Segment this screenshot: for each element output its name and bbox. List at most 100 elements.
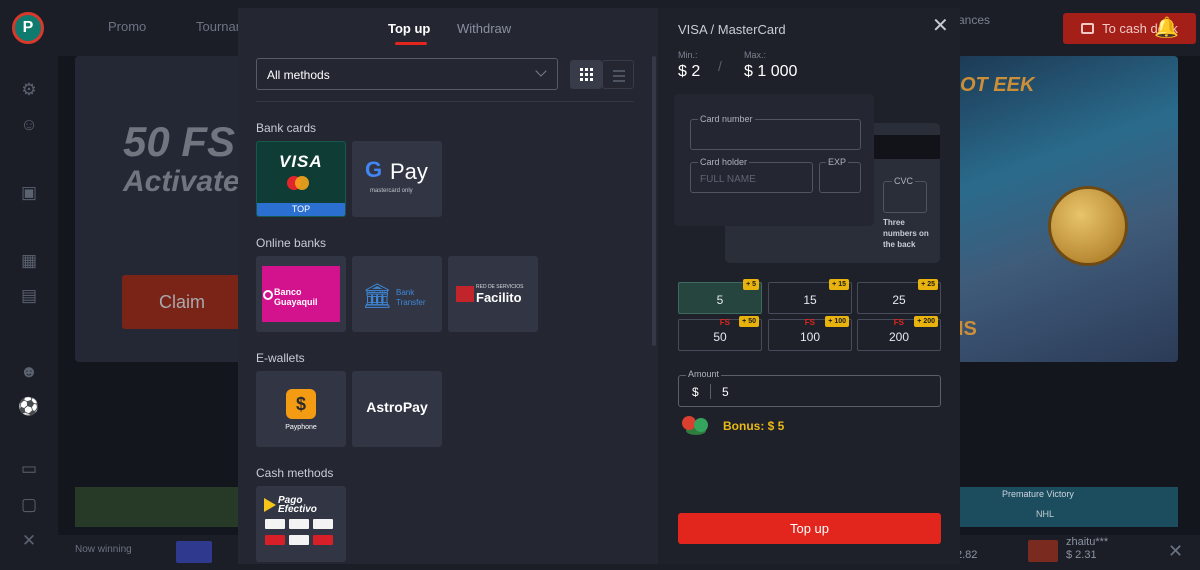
amount-option[interactable]: FS + 200 200 (857, 316, 941, 351)
bank-transfer-label: Bank Transfer (396, 288, 426, 307)
amount-option-value: 50 (713, 330, 727, 344)
min-value: $ 2 (678, 63, 701, 80)
ticker-game-thumb[interactable] (176, 541, 212, 563)
amount-option[interactable]: FS + 100 100 (768, 316, 852, 351)
method-facilito[interactable]: RED DE SERVICIOS Facilito (448, 256, 538, 332)
divider (256, 101, 634, 102)
soccer-icon[interactable]: ⚽ (18, 396, 40, 418)
promo-image-tm: IS (958, 318, 977, 340)
site-logo[interactable]: P (12, 12, 44, 44)
ticker-user: zhaitu*** (1066, 536, 1109, 548)
free-spins-icon: FS (804, 318, 815, 327)
match-card[interactable]: Premature Victory NHL (958, 487, 1178, 527)
bonus-badge: + 100 (825, 316, 849, 327)
ticker-amount: $ 2.31 (1066, 549, 1097, 561)
match-league: NHL (1036, 509, 1055, 519)
bonus-badge: + 200 (914, 316, 938, 327)
settings-icon[interactable]: ⚙ (18, 79, 40, 101)
method-bank-transfer[interactable]: 🏛 Bank Transfer (352, 256, 442, 332)
amount-option[interactable]: + 25 25 (857, 279, 941, 314)
facilito-icon (456, 286, 474, 302)
bonus-badge: + 50 (739, 316, 759, 327)
methods-filter-select[interactable]: All methods (256, 58, 558, 90)
list-view-button[interactable] (602, 60, 634, 89)
nav-promo[interactable]: Promo (108, 19, 146, 34)
free-spins-icon: FS (719, 318, 730, 327)
partner-logo (265, 535, 285, 545)
method-pagoefectivo[interactable]: Pago Efectivo (256, 486, 346, 562)
support-icon[interactable]: ☺ (18, 114, 40, 136)
chat-icon[interactable]: ▢ (18, 494, 40, 516)
coin-image (1048, 186, 1128, 266)
facilito-label: Facilito (476, 290, 522, 305)
partner-logo (313, 519, 333, 529)
google-icon: G (365, 157, 383, 182)
top-badge: TOP (257, 203, 345, 216)
active-tab-underline (395, 42, 427, 45)
amount-label: Amount (686, 369, 722, 379)
partner-logo (265, 519, 285, 529)
amount-option-value: 5 (716, 293, 724, 307)
method-astropay[interactable]: AstroPay (352, 371, 442, 447)
gpay-sub-label: mastercard only (370, 188, 413, 194)
amount-option[interactable]: FS + 50 50 (678, 316, 762, 351)
calendar-icon[interactable]: ▦ (18, 250, 40, 272)
tab-top-up[interactable]: Top up (388, 21, 430, 36)
bonus-badge: + 25 (918, 279, 938, 290)
bell-icon[interactable]: 🔔 (1154, 15, 1179, 39)
id-card-icon[interactable]: ▭ (18, 458, 40, 480)
match-tag: Premature Victory (1002, 489, 1074, 499)
scrollbar[interactable] (652, 56, 656, 346)
card-number-label: Card number (698, 114, 755, 124)
bank-icon: 🏛 (362, 283, 393, 310)
method-payphone[interactable]: $ Payphone (256, 371, 346, 447)
currency-symbol: $ (692, 385, 699, 399)
method-google-pay[interactable]: G Pay mastercard only (352, 141, 442, 217)
tv-icon[interactable]: ▣ (18, 182, 40, 204)
balance-label: ances (958, 13, 991, 27)
partner-logo (313, 535, 333, 545)
max-label: Max.: (744, 50, 767, 60)
grid-view-button[interactable] (570, 60, 602, 89)
grid-icon[interactable]: ▤ (18, 285, 40, 307)
bonus-text: Bonus: $ 5 (723, 419, 785, 433)
method-banco-guayaquil[interactable]: Banco Guayaquil (256, 256, 346, 332)
method-visa-mastercard[interactable]: VISA TOP (256, 141, 346, 217)
divider (710, 384, 711, 399)
wallet-icon (1081, 23, 1095, 34)
cvc-hint: Three numbers on the back (883, 218, 929, 249)
section-e-wallets: E-wallets (256, 351, 305, 365)
claim-button[interactable]: Claim (122, 275, 242, 329)
payment-modal: Top up Withdraw All methods Bank cards V… (238, 8, 960, 564)
slot-promo-image[interactable]: OT EEK IS (958, 56, 1178, 362)
visa-logo: VISA (279, 152, 323, 171)
amount-input[interactable]: Amount $ 5 (678, 369, 941, 407)
gpay-label: Pay (390, 159, 428, 184)
close-ticker-icon[interactable]: ✕ (1168, 541, 1183, 562)
bonus-icon (678, 412, 714, 438)
tab-withdraw[interactable]: Withdraw (457, 21, 511, 36)
methods-filter-value: All methods (267, 68, 330, 82)
amount-option-value: 100 (799, 330, 821, 344)
close-icon[interactable]: ✕ (932, 16, 949, 36)
top-up-button[interactable]: Top up (678, 513, 941, 544)
chevron-down-icon (535, 65, 547, 77)
amount-option[interactable]: + 5 5 (678, 279, 762, 314)
min-label: Min.: (678, 50, 698, 60)
free-spins-icon: FS (893, 318, 904, 327)
payment-method-title: VISA / MasterCard (678, 22, 786, 37)
bonus-badge: + 15 (829, 279, 849, 290)
cvc-label: CVC (892, 176, 916, 186)
card-holder-label: Card holder (698, 157, 750, 167)
exp-label: EXP (826, 157, 849, 167)
mastercard-icon (295, 176, 309, 190)
ticker-game-thumb[interactable] (1028, 540, 1058, 562)
payment-form-panel: VISA / MasterCard Min.: $ 2 / Max.: $ 1 … (658, 8, 960, 564)
payphone-label: Payphone (285, 424, 317, 431)
flag-uk-icon[interactable]: ✕ (18, 530, 40, 552)
bonus-badge: + 5 (743, 279, 759, 290)
user-icon[interactable]: ☻ (18, 361, 40, 383)
amount-option[interactable]: + 15 15 (768, 279, 852, 314)
partner-logo (289, 519, 309, 529)
methods-panel: Top up Withdraw All methods Bank cards V… (238, 8, 657, 564)
